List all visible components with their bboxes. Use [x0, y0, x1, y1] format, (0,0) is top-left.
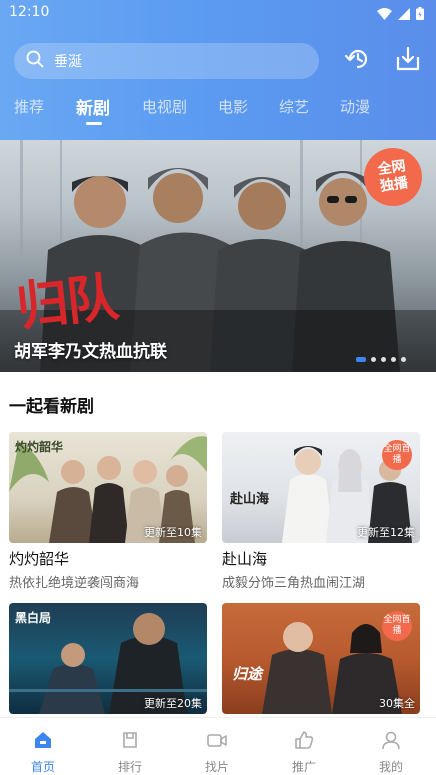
tab-variety[interactable]: 综艺 — [279, 96, 309, 117]
drama-subtitle: 成毅分饰三角热血闹江湖 — [222, 576, 366, 591]
app-root: 12:10 垂涎 推荐 新剧 电视剧 电影 综艺 动漫 全网 独播 归队 胡军李… — [0, 0, 436, 775]
nav-label: 我的 — [378, 760, 403, 774]
signal-icon — [398, 5, 410, 24]
carousel-dot[interactable] — [401, 357, 406, 362]
drama-subtitle: 热依扎绝境逆袭闯商海 — [9, 576, 140, 591]
history-button[interactable] — [343, 46, 373, 76]
active-tab-indicator — [86, 122, 102, 125]
carousel-dot-active[interactable] — [356, 357, 366, 362]
drama-thumbnail: 灼灼韶华 更新至10集 — [9, 432, 207, 543]
download-button[interactable] — [393, 46, 423, 76]
drama-title: 灼灼韶华 — [9, 550, 70, 568]
drama-title: 赴山海 — [222, 550, 268, 568]
tab-recommend[interactable]: 推荐 — [14, 96, 44, 117]
status-icons — [377, 5, 424, 24]
nav-find[interactable]: 找片 — [187, 730, 247, 775]
premiere-badge: 全网首播 — [382, 440, 412, 470]
section-title: 一起看新剧 — [9, 397, 94, 417]
carousel-dot[interactable] — [371, 357, 376, 362]
wifi-icon — [377, 5, 392, 24]
premiere-badge: 全网首播 — [382, 611, 412, 641]
drama-card[interactable]: 赴山海 全网首播 更新至12集 赴山海 成毅分饰三角热血闹江湖 — [222, 432, 420, 591]
badge-line-2: 独播 — [379, 175, 410, 195]
episode-badge: 更新至10集 — [144, 526, 202, 539]
status-time: 12:10 — [9, 4, 50, 20]
search-text: 垂涎 — [54, 54, 82, 70]
episode-badge: 更新至12集 — [357, 526, 415, 539]
banner-caption: 胡军李乃文热血抗联 — [14, 342, 167, 362]
drama-card[interactable]: 归途 全网首播 30集全 — [222, 603, 420, 714]
poster-title-art: 灼灼韶华 — [15, 440, 64, 454]
nav-label: 找片 — [204, 760, 229, 774]
category-tabs: 推荐 新剧 电视剧 电影 综艺 动漫 — [0, 96, 436, 130]
nav-home[interactable]: 首页 — [13, 730, 73, 775]
drama-card[interactable]: 灼灼韶华 更新至10集 灼灼韶华 热依扎绝境逆袭闯商海 — [9, 432, 207, 591]
search-input[interactable]: 垂涎 — [14, 43, 319, 79]
status-bar: 12:10 — [0, 0, 436, 26]
poster-title-art: 归途 — [232, 665, 263, 683]
carousel-dot[interactable] — [381, 357, 386, 362]
tab-tv-series[interactable]: 电视剧 — [142, 96, 187, 117]
banner-show-logo: 归队 — [13, 266, 120, 339]
drama-thumbnail: 归途 全网首播 30集全 — [222, 603, 420, 714]
battery-icon — [416, 5, 424, 24]
drama-card[interactable]: 黑白局 更新至20集 — [9, 603, 207, 714]
banner-carousel[interactable]: 全网 独播 归队 胡军李乃文热血抗联 — [0, 140, 436, 372]
nav-label: 排行 — [117, 760, 142, 774]
bottom-nav: 首页 排行 找片 推广 我的 — [0, 717, 436, 775]
download-icon — [394, 45, 422, 77]
search-row: 垂涎 — [0, 43, 436, 81]
poster-title-art: 黑白局 — [15, 611, 52, 625]
drama-thumbnail: 黑白局 更新至20集 — [9, 603, 207, 714]
user-icon — [381, 731, 401, 754]
nav-label: 推广 — [291, 760, 316, 774]
carousel-dot[interactable] — [391, 357, 396, 362]
nav-promote[interactable]: 推广 — [274, 730, 334, 775]
history-icon — [344, 45, 372, 77]
poster-title-art: 赴山海 — [230, 492, 270, 507]
episode-badge: 更新至20集 — [144, 697, 202, 710]
thumbs-up-icon — [294, 731, 314, 754]
tab-anime[interactable]: 动漫 — [340, 96, 370, 117]
video-icon — [207, 734, 227, 754]
header: 12:10 垂涎 推荐 新剧 电视剧 电影 综艺 动漫 — [0, 0, 436, 140]
carousel-indicator — [356, 357, 406, 362]
nav-mine[interactable]: 我的 — [361, 730, 421, 775]
nav-ranking[interactable]: 排行 — [100, 730, 160, 775]
ranking-icon — [120, 732, 140, 754]
home-icon — [33, 732, 53, 754]
episode-badge: 30集全 — [379, 697, 415, 710]
search-icon — [26, 50, 44, 72]
nav-label: 首页 — [30, 760, 55, 774]
tab-movie[interactable]: 电影 — [218, 96, 248, 117]
drama-thumbnail: 赴山海 全网首播 更新至12集 — [222, 432, 420, 543]
tab-new-drama[interactable]: 新剧 — [76, 94, 110, 119]
